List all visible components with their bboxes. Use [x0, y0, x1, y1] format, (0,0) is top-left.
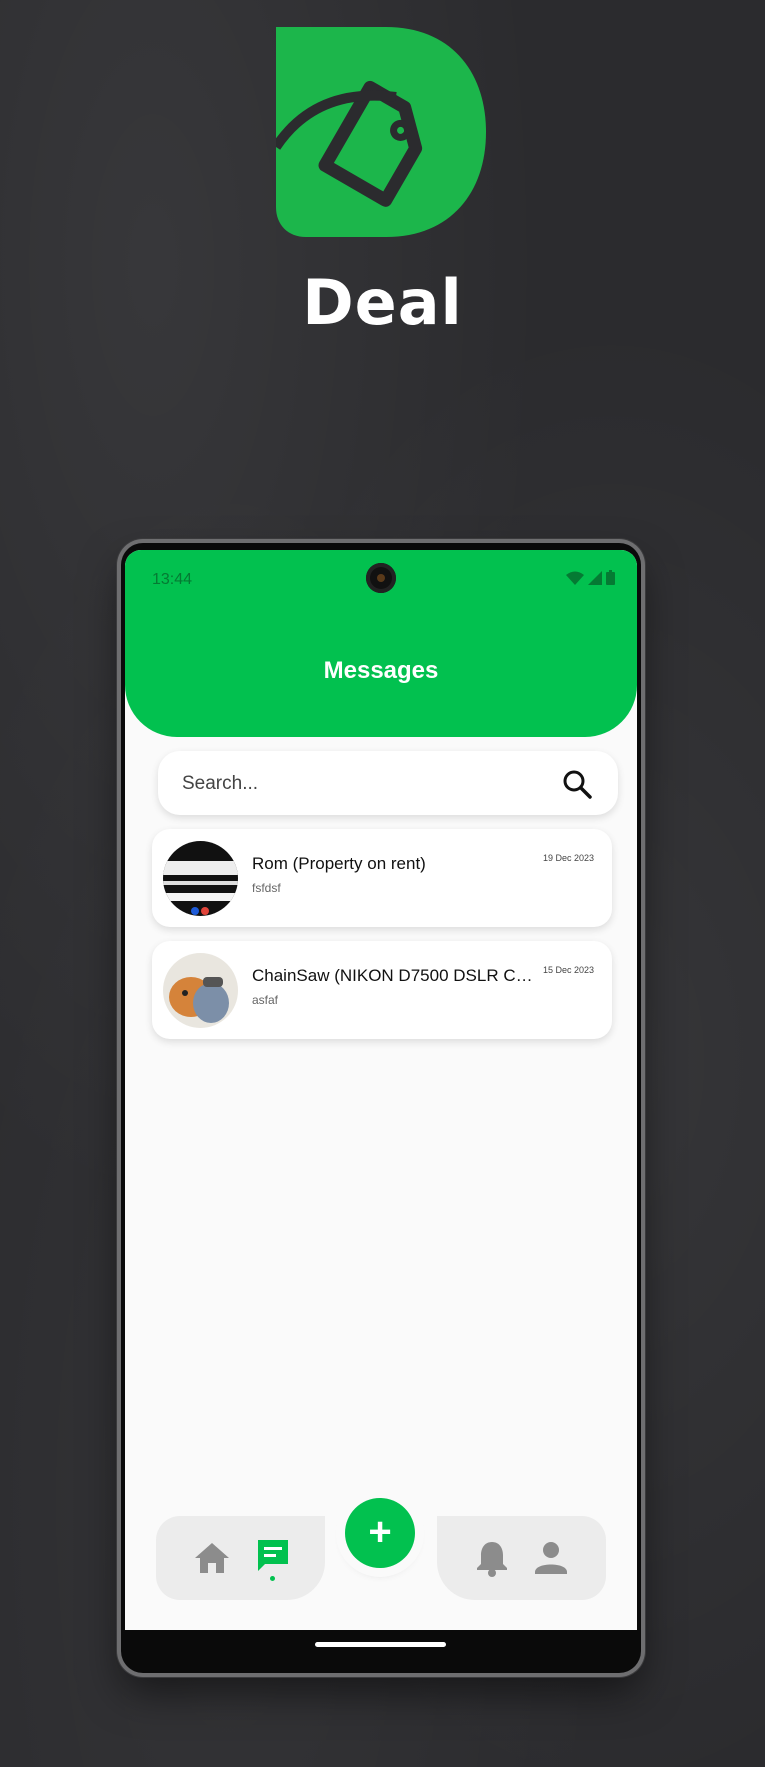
battery-icon: [606, 570, 615, 585]
chat-icon[interactable]: [253, 1536, 293, 1576]
chat-date: 15 Dec 2023: [542, 965, 594, 975]
signal-icon: [588, 570, 602, 585]
home-icon[interactable]: [192, 1538, 232, 1578]
avatar: [163, 841, 238, 916]
app-header: 13:44 Messages: [125, 550, 637, 737]
chat-title: Rom (Property on rent): [252, 854, 426, 873]
phone-mockup: 13:44 Messages Search... Rom (Property o…: [121, 543, 641, 1673]
camera-cutout: [366, 563, 396, 593]
brand-name: Deal: [302, 266, 463, 339]
status-icons: [566, 570, 615, 585]
search-bar: [158, 751, 618, 817]
bottom-nav-right: [437, 1516, 606, 1600]
chat-date: 19 Dec 2023: [542, 853, 594, 863]
search-input[interactable]: [180, 751, 544, 817]
chat-last-message: fsfdsf: [252, 881, 281, 895]
bottom-nav-left: [156, 1516, 325, 1600]
bell-icon[interactable]: [472, 1538, 512, 1578]
chat-list-item[interactable]: ChainSaw (NIKON D7500 DSLR Camera) asfaf…: [152, 941, 612, 1039]
status-time: 13:44: [152, 571, 193, 588]
search-icon[interactable]: [562, 769, 592, 799]
add-listing-button[interactable]: +: [345, 1498, 415, 1568]
chat-list-item[interactable]: Rom (Property on rent) fsfdsf 19 Dec 202…: [152, 829, 612, 927]
chat-last-message: asfaf: [252, 993, 279, 1007]
chat-title: ChainSaw (NIKON D7500 DSLR Camera): [252, 966, 542, 985]
person-icon[interactable]: [531, 1538, 571, 1578]
deal-logo-icon: [276, 27, 486, 237]
app-screen: 13:44 Messages Search... Rom (Property o…: [125, 550, 637, 1630]
wifi-icon: [566, 571, 584, 585]
avatar: [163, 953, 238, 1028]
gesture-bar: [315, 1642, 446, 1647]
active-indicator: [270, 1576, 275, 1581]
page-title: Messages: [323, 657, 439, 684]
